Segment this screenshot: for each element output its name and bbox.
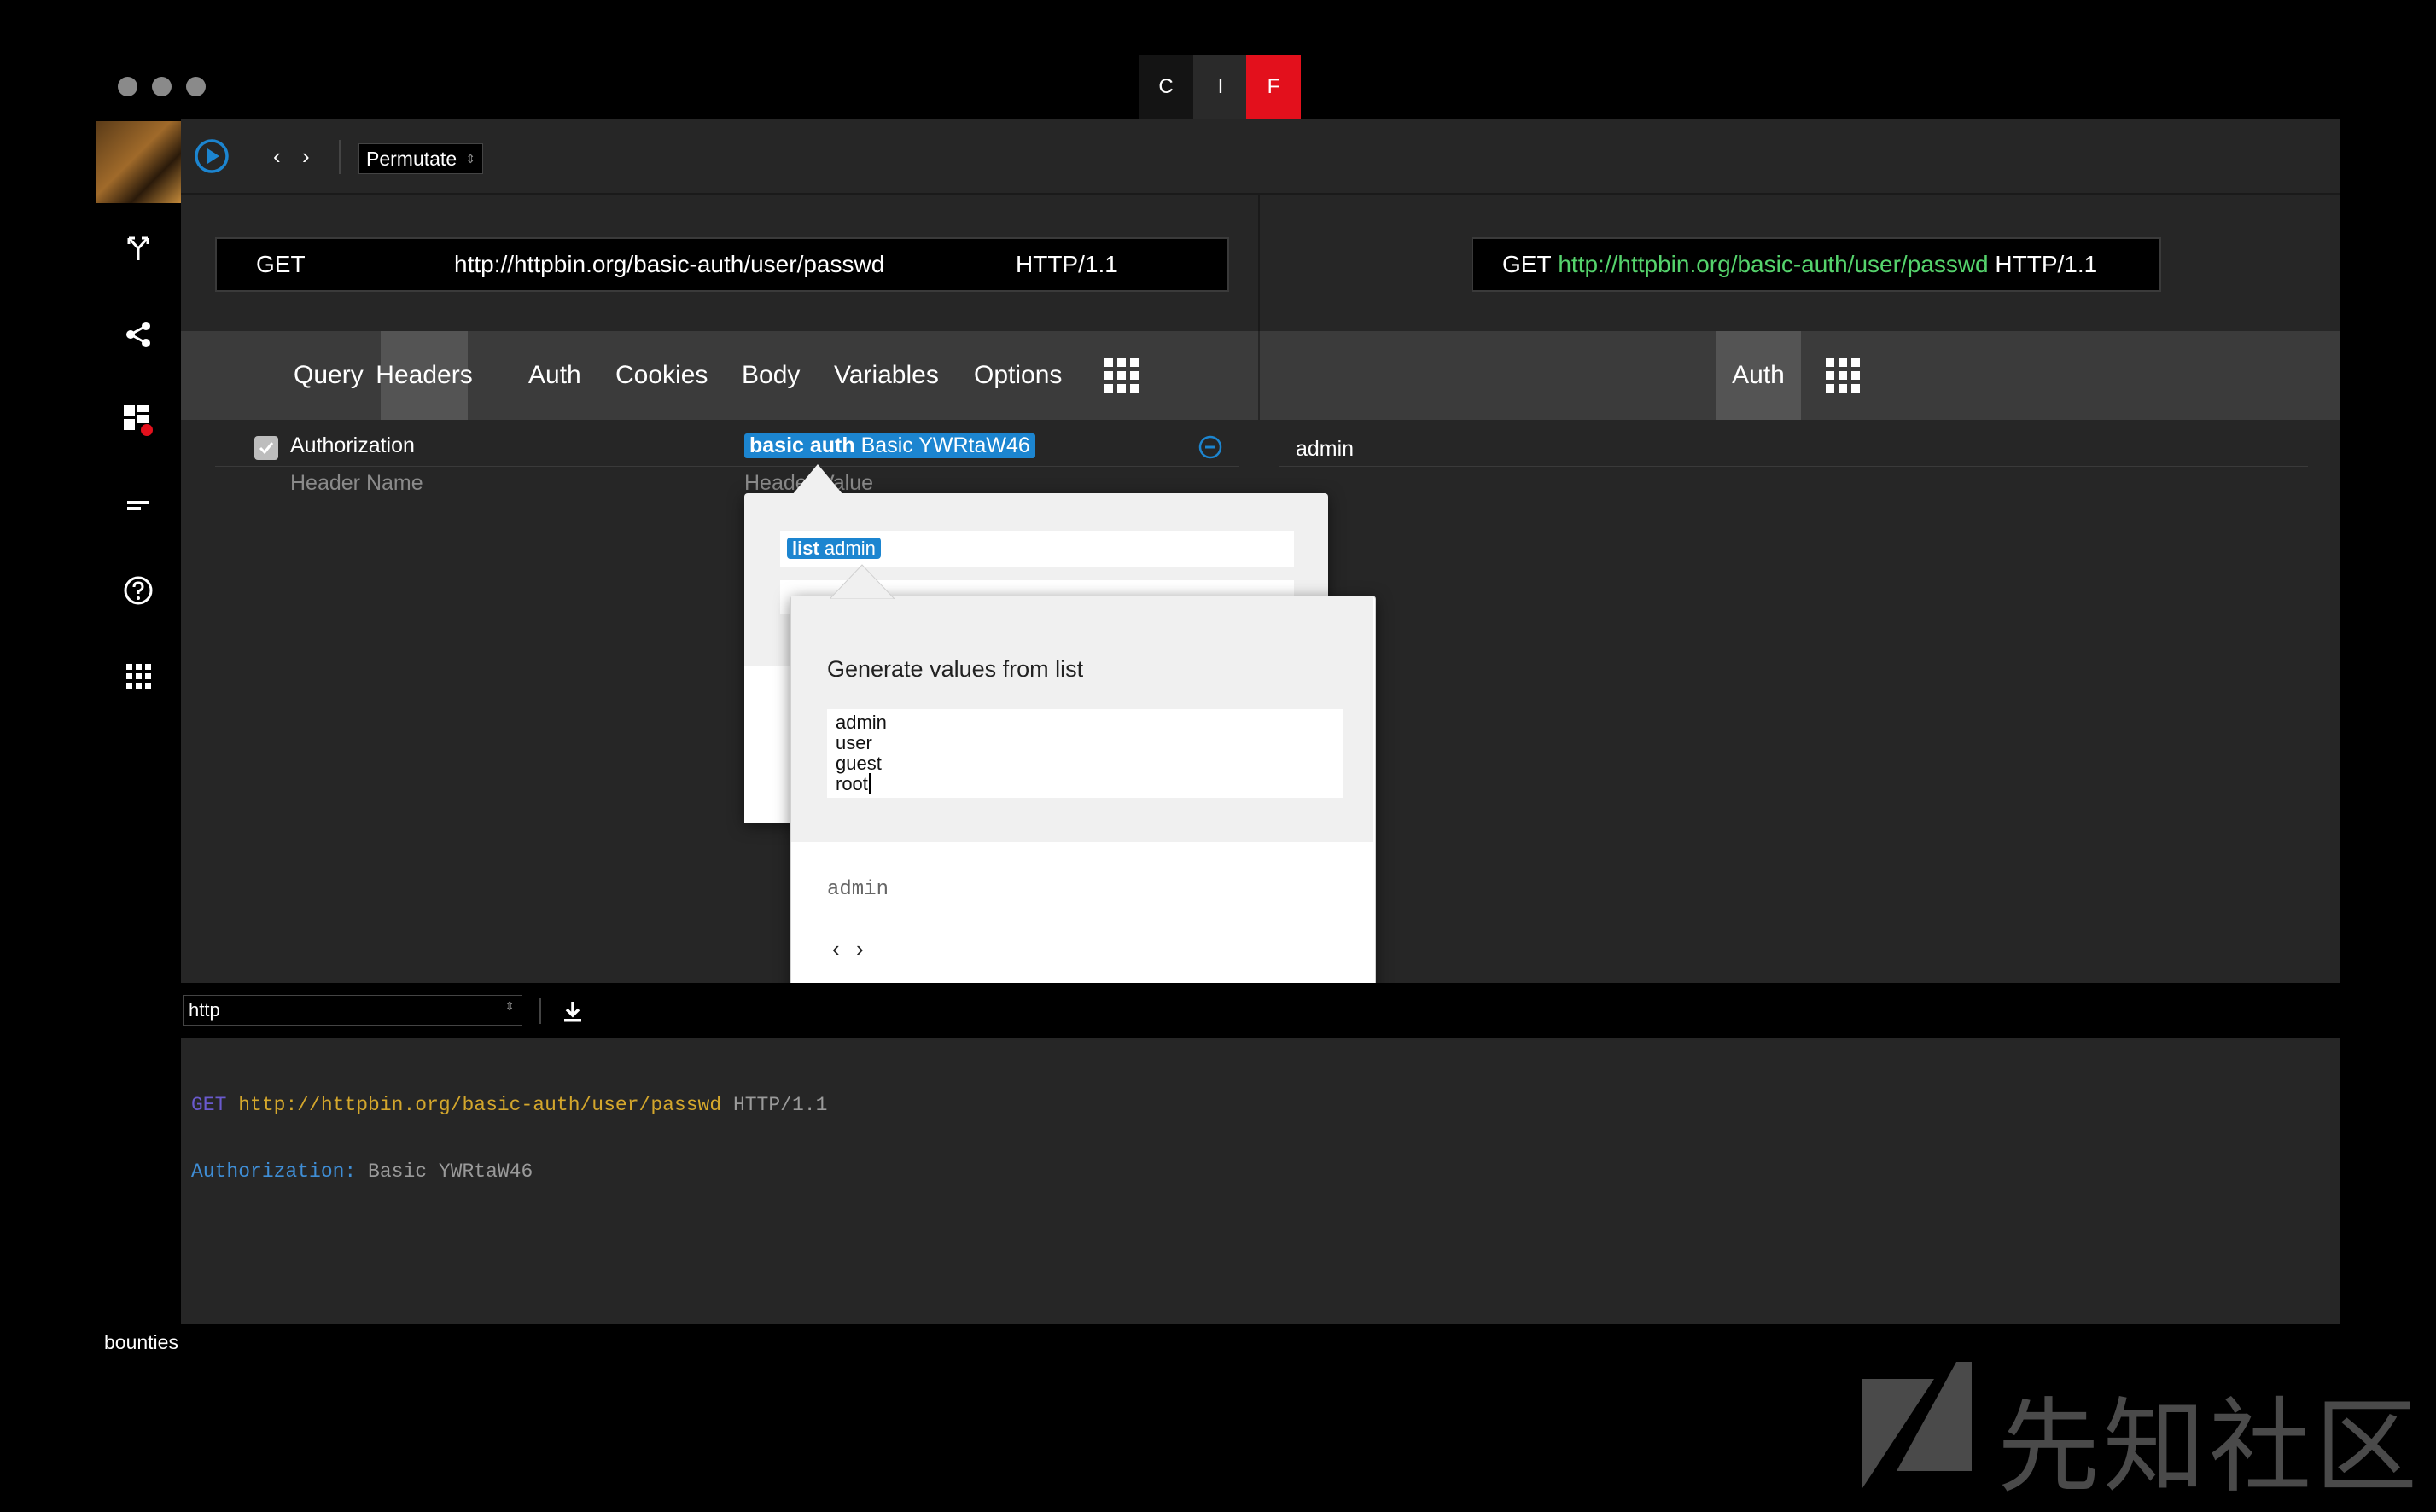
- toolbar: ‹ › Permutate ⇕: [181, 119, 2340, 195]
- prev-icon[interactable]: ‹: [273, 143, 281, 170]
- top-tab-i[interactable]: I: [1193, 55, 1248, 119]
- value-text: Basic YWRtaW46: [860, 433, 1030, 457]
- popup-arrow: [792, 464, 843, 495]
- watermark-logo-icon: [1862, 1362, 1972, 1488]
- format-select[interactable]: http ⇕: [183, 995, 522, 1026]
- more-tabs-icon[interactable]: [1104, 331, 1139, 420]
- request-tabs: Query Headers Auth Cookies Body Variable…: [181, 331, 1258, 420]
- list-generator-popup: Generate values from list admin user gue…: [790, 596, 1376, 1002]
- list-value: user: [836, 732, 872, 753]
- tab-label: Auth: [1732, 361, 1785, 389]
- window-maximize-button[interactable]: [186, 77, 206, 96]
- prev-value-icon[interactable]: ‹: [832, 936, 840, 962]
- top-tab-c[interactable]: C: [1139, 55, 1193, 119]
- select-arrows-icon: ⇕: [465, 152, 476, 166]
- list-value: admin: [836, 712, 887, 733]
- tab-label: Query: [294, 361, 364, 389]
- tab-label: Options: [974, 361, 1063, 389]
- preview-protocol: HTTP/1.1: [1995, 251, 2098, 277]
- apps-icon[interactable]: [119, 657, 157, 695]
- popup-arrow: [830, 564, 895, 599]
- tab-label: Variables: [834, 361, 939, 389]
- tab-variables[interactable]: Variables: [834, 331, 939, 420]
- tab-auth[interactable]: Auth: [528, 331, 581, 420]
- row-divider: [1279, 466, 2308, 467]
- select-arrows-icon: ⇕: [504, 999, 515, 1013]
- list-tag: list: [792, 538, 819, 559]
- new-header-name-input[interactable]: Header Name: [290, 471, 423, 496]
- value-tag: basic auth: [749, 433, 855, 457]
- format-select-value: http: [189, 999, 220, 1021]
- menu-lines-icon[interactable]: [119, 486, 157, 524]
- tab-label: Cookies: [615, 361, 708, 389]
- list-generator-title: Generate values from list: [827, 656, 1084, 682]
- dashboard-icon[interactable]: [119, 401, 157, 439]
- header-value-field[interactable]: basic auth Basic YWRtaW46: [744, 433, 1035, 458]
- log-method: GET: [191, 1094, 227, 1116]
- top-tab-label: I: [1217, 75, 1224, 98]
- request-url[interactable]: http://httpbin.org/basic-auth/user/passw…: [454, 251, 884, 278]
- preview-method: GET: [1502, 251, 1552, 277]
- list-values-textarea[interactable]: admin user guest root: [827, 709, 1343, 798]
- top-tab-f[interactable]: F: [1246, 55, 1301, 119]
- remove-header-icon[interactable]: [1198, 435, 1222, 459]
- log-header-name: Authorization:: [191, 1160, 357, 1183]
- tab-headers[interactable]: Headers: [376, 331, 473, 420]
- list-tag-value: admin: [824, 538, 876, 559]
- tab-preview-auth[interactable]: Auth: [1716, 331, 1801, 420]
- text-cursor: [868, 773, 871, 794]
- header-enabled-checkbox[interactable]: [254, 436, 278, 460]
- fork-icon[interactable]: [119, 230, 157, 268]
- mode-select[interactable]: Permutate ⇕: [358, 143, 484, 174]
- share-icon[interactable]: [119, 316, 157, 353]
- tab-label: Body: [742, 361, 801, 389]
- request-method[interactable]: GET: [256, 251, 306, 278]
- window-close-button[interactable]: [118, 77, 137, 96]
- top-tab-label: F: [1267, 75, 1280, 98]
- log-header-value: Basic YWRtaW46: [368, 1160, 533, 1183]
- more-preview-tabs-icon[interactable]: [1826, 331, 1860, 420]
- play-icon[interactable]: [194, 138, 230, 174]
- tab-label: Auth: [528, 361, 581, 389]
- download-icon[interactable]: [562, 1000, 584, 1024]
- value-expression-input[interactable]: list admin: [780, 531, 1294, 567]
- preview-auth-value: admin: [1296, 437, 1355, 461]
- divider: [339, 140, 341, 174]
- request-protocol[interactable]: HTTP/1.1: [1016, 251, 1118, 278]
- tab-label: Headers: [376, 361, 473, 389]
- list-value: guest: [836, 753, 882, 774]
- bounties-label: bounties: [104, 1331, 178, 1353]
- window-minimize-button[interactable]: [152, 77, 172, 96]
- avatar[interactable]: [96, 121, 181, 203]
- list-value: root: [836, 773, 868, 794]
- next-icon[interactable]: ›: [302, 143, 310, 170]
- next-value-icon[interactable]: ›: [856, 936, 864, 962]
- tab-options[interactable]: Options: [974, 331, 1062, 420]
- tab-body[interactable]: Body: [742, 331, 800, 420]
- header-name-field[interactable]: Authorization: [290, 433, 415, 458]
- tab-query[interactable]: Query: [294, 331, 364, 420]
- watermark-text: 先知社区: [1997, 1388, 2421, 1507]
- raw-request-output: GET http://httpbin.org/basic-auth/user/p…: [181, 1038, 2340, 1324]
- mode-select-value: Permutate: [366, 148, 457, 170]
- preview-url: http://httpbin.org/basic-auth/user/passw…: [1558, 251, 1989, 277]
- request-line-input[interactable]: GET http://httpbin.org/basic-auth/user/p…: [215, 237, 1229, 292]
- log-protocol: HTTP/1.1: [732, 1094, 828, 1116]
- preview-request-line: GET http://httpbin.org/basic-auth/user/p…: [1472, 237, 2161, 292]
- log-url: http://httpbin.org/basic-auth/user/passw…: [238, 1094, 722, 1116]
- divider: [539, 998, 541, 1024]
- top-tab-label: C: [1158, 75, 1174, 98]
- row-divider: [215, 466, 1239, 467]
- tab-cookies[interactable]: Cookies: [615, 331, 708, 420]
- preview-tabs: Auth: [1260, 331, 2340, 420]
- pane-divider: [1258, 195, 1260, 331]
- generated-value-preview: admin: [827, 878, 889, 901]
- help-icon[interactable]: [119, 572, 157, 609]
